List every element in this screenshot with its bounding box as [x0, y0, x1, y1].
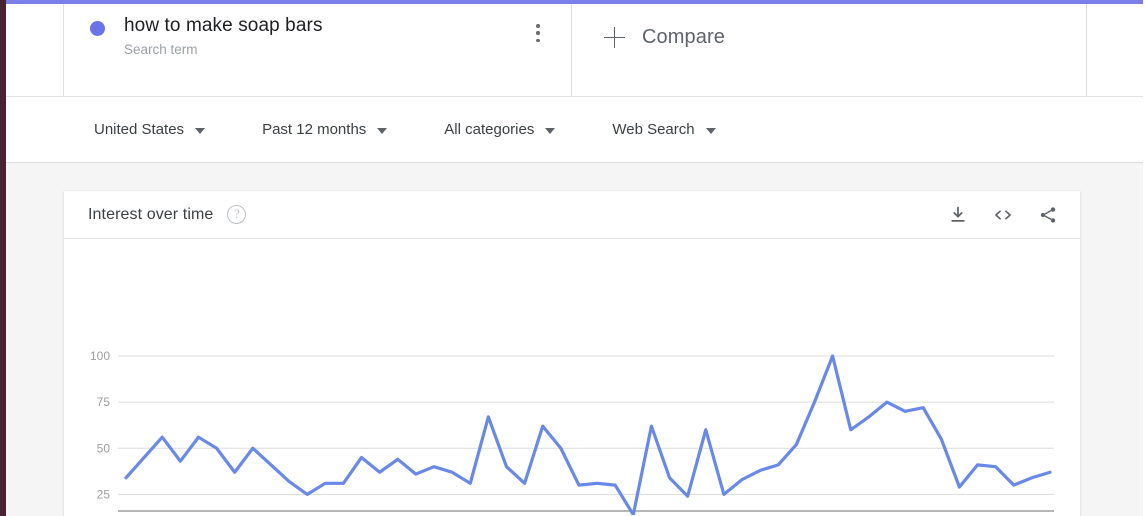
- filter-search-type[interactable]: Web Search: [612, 121, 716, 138]
- browser-left-edge: [0, 0, 6, 516]
- chart-svg: 25 50 75 100: [90, 349, 1054, 515]
- embed-code-icon[interactable]: [992, 205, 1014, 225]
- termbar-left-spacer: [6, 4, 64, 96]
- filter-search-type-label: Web Search: [612, 121, 695, 138]
- y-axis-tick-label: 75: [97, 395, 111, 409]
- term-color-dot: [90, 21, 105, 36]
- card-actions: [948, 205, 1058, 225]
- compare-label: Compare: [642, 26, 725, 48]
- chevron-down-icon: [377, 127, 388, 134]
- filter-location-label: United States: [94, 121, 185, 138]
- kebab-dot: [536, 24, 540, 28]
- filter-location[interactable]: United States: [94, 121, 206, 138]
- y-axis-tick-label: 100: [90, 349, 110, 363]
- download-icon[interactable]: [948, 205, 968, 225]
- filter-bar: United States Past 12 months All categor…: [6, 97, 1145, 163]
- interest-over-time-chart[interactable]: 255075100 Aug 25, 2019Dec 29, 2019May 3,…: [64, 239, 1080, 516]
- question-mark-icon[interactable]: ?: [227, 205, 247, 224]
- filter-category-label: All categories: [444, 121, 535, 138]
- chevron-down-icon: [705, 127, 716, 134]
- kebab-menu-icon[interactable]: [529, 22, 547, 44]
- compare-card[interactable]: Compare: [572, 4, 1087, 96]
- kebab-dot: [536, 31, 540, 35]
- google-trends-page: how to make soap bars Search term Compar…: [0, 0, 1145, 516]
- card-header: Interest over time ?: [64, 191, 1080, 239]
- filter-category[interactable]: All categories: [444, 121, 556, 138]
- search-term-subtitle: Search term: [124, 42, 198, 57]
- filter-time-range-label: Past 12 months: [262, 121, 367, 138]
- search-term-title: how to make soap bars: [124, 15, 323, 36]
- y-axis-tick-label: 50: [97, 441, 111, 455]
- chevron-down-icon: [545, 127, 556, 134]
- filter-time-range[interactable]: Past 12 months: [262, 121, 388, 138]
- kebab-dot: [536, 38, 540, 42]
- chart-series-line: [124, 354, 1052, 515]
- plus-icon: [604, 26, 626, 49]
- y-axis-tick-label: 25: [97, 487, 111, 501]
- share-icon[interactable]: [1038, 205, 1058, 225]
- termbar-right-spacer: [1087, 4, 1145, 96]
- search-term-card[interactable]: how to make soap bars Search term: [64, 4, 572, 96]
- interest-over-time-card: Interest over time ? 25 50 75 100: [64, 191, 1080, 516]
- page-title: Interest over time: [88, 205, 214, 223]
- compare-button[interactable]: Compare: [604, 26, 725, 49]
- search-term-bar: how to make soap bars Search term Compar…: [6, 4, 1145, 97]
- chevron-down-icon: [195, 127, 206, 134]
- browser-top-accent-bar: [6, 0, 1145, 4]
